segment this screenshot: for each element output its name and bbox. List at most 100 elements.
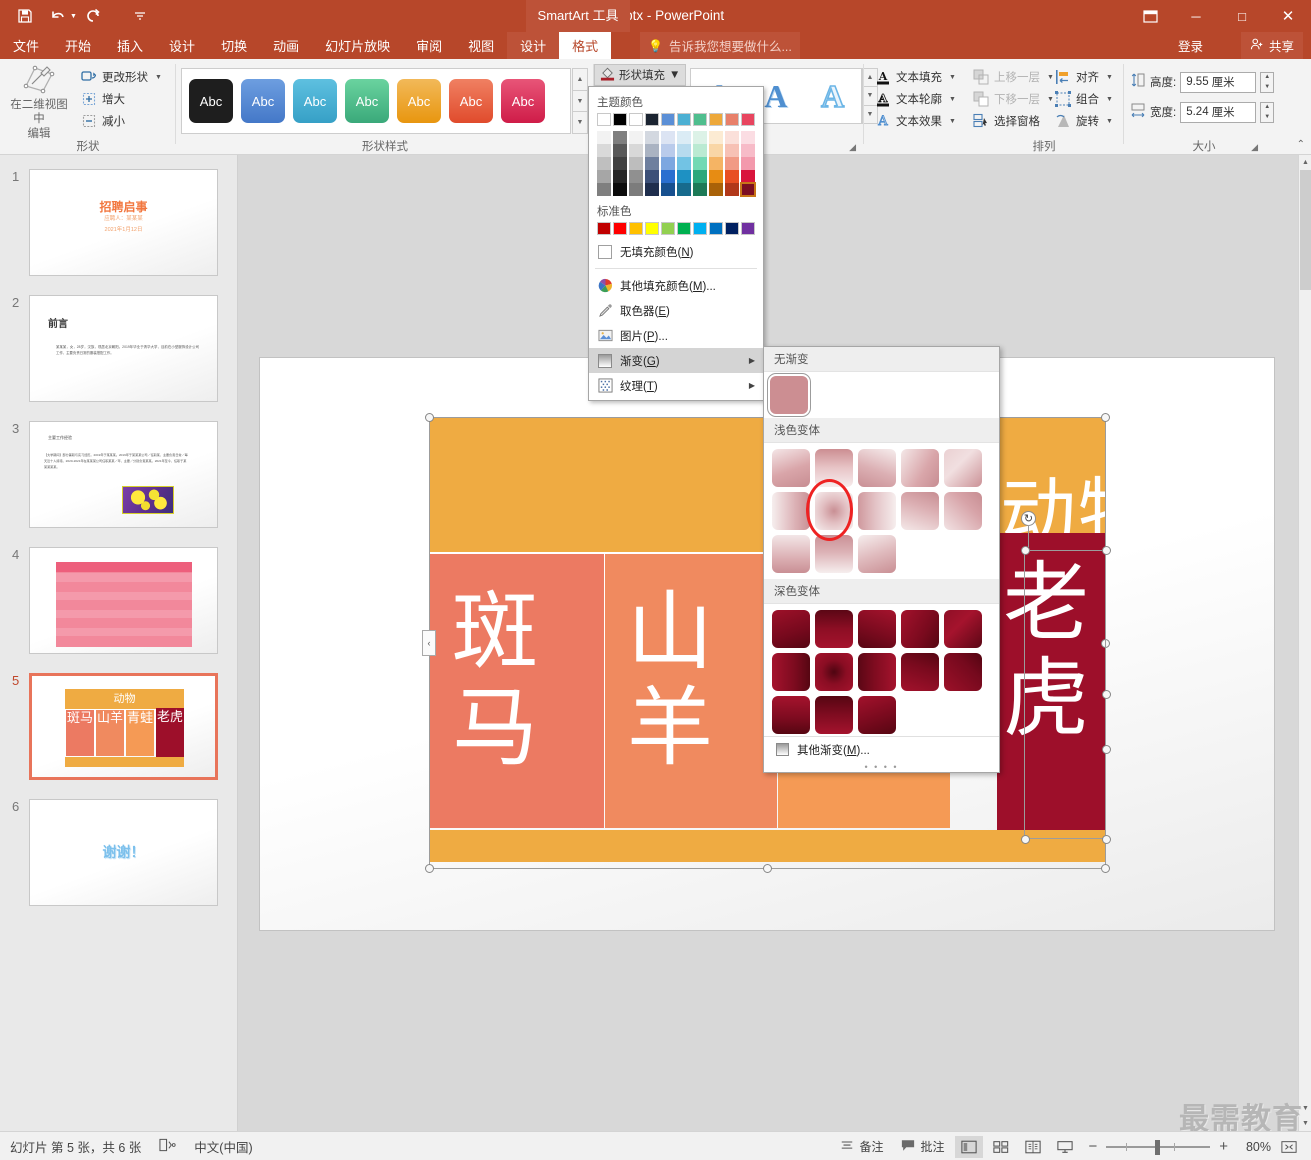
scroll-up-icon[interactable]: ▲ [1299, 155, 1311, 170]
stepper-down-icon[interactable]: ▼ [1261, 112, 1273, 122]
slide-thumbnail[interactable]: 谢谢！ [29, 799, 218, 906]
shape-style-swatch[interactable]: Abc [241, 79, 285, 123]
zoom-slider[interactable] [1106, 1137, 1211, 1157]
width-stepper[interactable]: ▲ ▼ [1260, 101, 1275, 123]
zoom-level-text[interactable]: 80% [1237, 1140, 1271, 1154]
minimize-button[interactable]: ─ [1173, 0, 1219, 32]
gradient-swatch-dark[interactable] [772, 653, 810, 691]
gradient-swatch-dark[interactable] [815, 610, 853, 648]
slide-thumbnail[interactable]: 主要工作经验 【大学期间】部分兼职与实习经历。2019年于某某某。2019年于某… [29, 421, 218, 528]
width-input[interactable]: 5.24 厘米 [1180, 101, 1257, 123]
tab-file[interactable]: 文件 [0, 32, 52, 59]
color-swatch[interactable] [613, 222, 627, 235]
color-swatch[interactable] [677, 222, 691, 235]
tiger-handle-s[interactable] [1021, 835, 1030, 844]
chevron-down-icon[interactable]: ▼ [1106, 118, 1113, 125]
color-swatch[interactable] [677, 113, 691, 126]
align-button[interactable]: 对齐 ▼ [1052, 66, 1116, 88]
change-shape-button[interactable]: 更改形状 ▼ [78, 66, 165, 88]
gradient-swatch-dark[interactable] [944, 653, 982, 691]
edit-in-2d-button[interactable]: 在二维视图中 编辑 [6, 63, 72, 141]
gradient-swatch-dark[interactable] [815, 696, 853, 734]
send-backward-button[interactable]: 下移一层 ▼ [970, 88, 1057, 110]
smartart-text-pane-toggle[interactable]: ‹ [422, 630, 436, 656]
more-gradients-menu-item[interactable]: 其他渐变(M)... [764, 736, 999, 762]
color-swatch[interactable] [661, 113, 675, 126]
tiger-handle-se[interactable] [1102, 835, 1111, 844]
stepper-down-icon[interactable]: ▼ [1261, 82, 1273, 92]
tab-review[interactable]: 审阅 [403, 32, 455, 59]
color-swatch[interactable] [741, 222, 755, 235]
gradient-swatch-dark-radial[interactable] [815, 653, 853, 691]
shape-style-swatch[interactable]: Abc [345, 79, 389, 123]
text-effects-button[interactable]: A 文本效果 ▼ [872, 110, 959, 132]
scrollbar-thumb[interactable] [1300, 170, 1311, 290]
color-swatch[interactable] [725, 222, 739, 235]
gradient-swatch-light[interactable] [901, 449, 939, 487]
shape-style-swatch[interactable]: Abc [397, 79, 441, 123]
gradient-swatch-dark[interactable] [858, 610, 896, 648]
gradient-swatch-dark[interactable] [901, 653, 939, 691]
color-swatch[interactable] [709, 113, 723, 126]
color-swatch[interactable] [693, 113, 707, 126]
bring-forward-button[interactable]: 上移一层 ▼ [970, 66, 1057, 88]
tab-home[interactable]: 开始 [52, 32, 104, 59]
stepper-up-icon[interactable]: ▲ [1261, 103, 1273, 113]
picture-fill-menu-item[interactable]: 图片(P)... [589, 323, 763, 348]
resize-handle-sw[interactable] [425, 864, 434, 873]
color-swatch[interactable] [597, 222, 611, 235]
tab-animations[interactable]: 动画 [260, 32, 312, 59]
tiger-handle-nw[interactable] [1021, 546, 1030, 555]
slide-thumbnail-selected[interactable]: 动物 斑马 山羊 青蛙 老虎 [29, 673, 218, 780]
tab-smartart-design[interactable]: 设计 [507, 32, 560, 59]
color-swatch[interactable] [693, 222, 707, 235]
enlarge-button[interactable]: 增大 [78, 88, 165, 110]
gradient-swatch-light[interactable] [772, 449, 810, 487]
reading-view-button[interactable] [1019, 1136, 1047, 1158]
customize-qat-icon[interactable] [125, 2, 155, 30]
gallery-expand-icon[interactable]: ▼ [572, 112, 588, 135]
texture-menu-item[interactable]: 纹理(T) ▶ [589, 373, 763, 398]
chevron-down-icon[interactable]: ▼ [949, 74, 956, 81]
tiger-handle-se2[interactable] [1102, 745, 1111, 754]
slide-thumbnail[interactable]: 招聘启事 应聘人：某某某 2021年1月12日 [29, 169, 218, 276]
gradient-swatch-dark[interactable] [901, 610, 939, 648]
zoom-in-button[interactable]: + [1214, 1138, 1233, 1155]
resize-handle-s[interactable] [763, 864, 772, 873]
save-icon[interactable] [10, 2, 40, 30]
chevron-down-icon[interactable]: ▼ [1106, 74, 1113, 81]
no-gradient-swatch[interactable] [767, 373, 811, 417]
color-swatch[interactable] [645, 222, 659, 235]
shape-style-swatch[interactable]: Abc [449, 79, 493, 123]
shrink-button[interactable]: 减小 [78, 110, 165, 132]
tab-slideshow[interactable]: 幻灯片放映 [312, 32, 403, 59]
tab-design[interactable]: 设计 [156, 32, 208, 59]
chevron-down-icon[interactable]: ▼ [669, 69, 680, 81]
ribbon-display-options-icon[interactable] [1127, 0, 1173, 32]
tab-smartart-format[interactable]: 格式 [559, 32, 612, 59]
shape-style-swatch[interactable]: Abc [293, 79, 337, 123]
selection-pane-button[interactable]: 选择窗格 [970, 110, 1057, 132]
gradient-swatch-light[interactable] [815, 535, 853, 573]
slide-thumbnail[interactable] [29, 547, 218, 654]
gradient-swatch-dark[interactable] [858, 653, 896, 691]
no-gradient-section[interactable] [764, 372, 999, 418]
dark-variations-grid[interactable] [764, 604, 1001, 736]
scroll-up-icon[interactable]: ▲ [572, 68, 588, 91]
more-fill-colors-menu-item[interactable]: 其他填充颜色(M)... [589, 273, 763, 298]
size-dialog-launcher[interactable]: ◢ [1251, 142, 1258, 153]
tab-view[interactable]: 视图 [455, 32, 507, 59]
stepper-up-icon[interactable]: ▲ [1261, 73, 1273, 83]
gradient-swatch-dark[interactable] [858, 696, 896, 734]
gradient-swatch-light[interactable] [772, 535, 810, 573]
standard-colors-grid[interactable] [589, 222, 763, 235]
tell-me-search[interactable]: 💡 告诉我您想要做什么... [640, 32, 800, 59]
slide-sorter-view-button[interactable] [987, 1136, 1015, 1158]
slide-thumbnail-panel[interactable]: 1 招聘启事 应聘人：某某某 2021年1月12日 2 前言 某某某，女，28岁… [0, 155, 238, 1131]
color-swatch[interactable] [709, 222, 723, 235]
gradient-swatch-light[interactable] [944, 492, 982, 530]
group-button[interactable]: 组合 ▼ [1052, 88, 1116, 110]
height-stepper[interactable]: ▲ ▼ [1260, 71, 1275, 93]
vertical-scrollbar[interactable]: ▲ ▼ ▼ [1298, 155, 1311, 1131]
color-swatch[interactable] [597, 113, 611, 126]
